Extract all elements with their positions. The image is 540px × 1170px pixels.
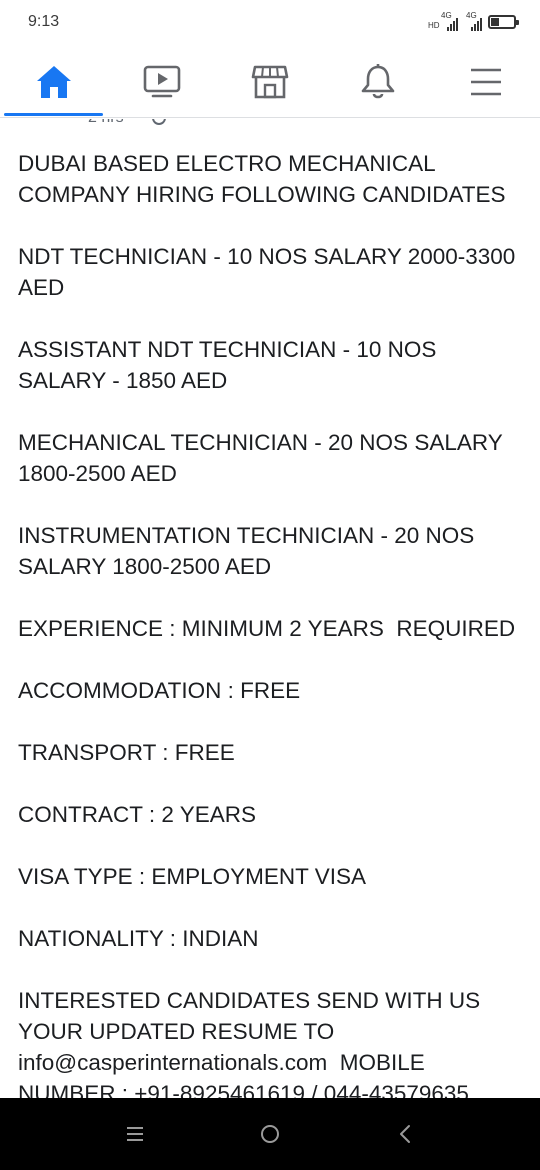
- system-home-button[interactable]: [255, 1120, 285, 1148]
- signal-icon: 4G HD: [428, 11, 458, 32]
- post-paragraph: INSTRUMENTATION TECHNICIAN - 20 NOS SALA…: [18, 523, 481, 579]
- post-paragraph: MECHANICAL TECHNICIAN - 20 NOS SALARY 18…: [18, 430, 509, 486]
- post-paragraph: INTERESTED CANDIDATES SEND WITH US YOUR …: [18, 988, 486, 1098]
- bell-icon: [361, 64, 395, 99]
- status-bar: 9:13 4G HD 4G: [0, 0, 540, 46]
- tab-marketplace[interactable]: [216, 46, 324, 118]
- tab-watch[interactable]: [108, 46, 216, 118]
- post-content[interactable]: 2 hrs DUBAI BASED ELECTRO MECHANICAL COM…: [0, 119, 540, 1098]
- post-paragraph: NATIONALITY : INDIAN: [18, 926, 259, 951]
- signal-icon-2: 4G: [464, 11, 482, 32]
- tab-menu[interactable]: [432, 46, 540, 118]
- post-paragraph: DUBAI BASED ELECTRO MECHANICAL COMPANY H…: [18, 151, 506, 207]
- back-chevron-icon: [400, 1125, 410, 1143]
- tab-notifications[interactable]: [324, 46, 432, 118]
- status-icons: 4G HD 4G: [428, 11, 519, 32]
- post-body: DUBAI BASED ELECTRO MECHANICAL COMPANY H…: [18, 148, 528, 1098]
- status-time: 9:13: [28, 13, 60, 30]
- hamburger-menu-icon: [471, 68, 501, 96]
- top-nav-bar: [0, 46, 540, 118]
- battery-icon: [488, 15, 519, 29]
- post-paragraph: TRANSPORT : FREE: [18, 740, 235, 765]
- post-paragraph: NDT TECHNICIAN - 10 NOS SALARY 2000-3300…: [18, 244, 521, 300]
- post-paragraph: CONTRACT : 2 YEARS: [18, 802, 256, 827]
- video-icon: [143, 65, 181, 98]
- tab-home[interactable]: [0, 46, 108, 118]
- active-tab-indicator: [4, 113, 103, 116]
- post-paragraph: ASSISTANT NDT TECHNICIAN - 10 NOS SALARY…: [18, 337, 443, 393]
- system-nav-bar: [0, 1098, 540, 1170]
- recents-icon: [127, 1127, 143, 1141]
- post-paragraph: ACCOMMODATION : FREE: [18, 678, 301, 703]
- circle-home-icon: [261, 1125, 279, 1143]
- recents-button[interactable]: [120, 1120, 150, 1148]
- globe-icon: [152, 119, 166, 125]
- post-paragraph: EXPERIENCE : MINIMUM 2 YEARS REQUIRED: [18, 616, 516, 641]
- store-icon: [251, 65, 289, 99]
- post-timestamp: 2 hrs: [88, 119, 124, 127]
- system-back-button[interactable]: [390, 1120, 420, 1148]
- post-paragraph: VISA TYPE : EMPLOYMENT VISA: [18, 864, 367, 889]
- home-icon: [37, 66, 71, 98]
